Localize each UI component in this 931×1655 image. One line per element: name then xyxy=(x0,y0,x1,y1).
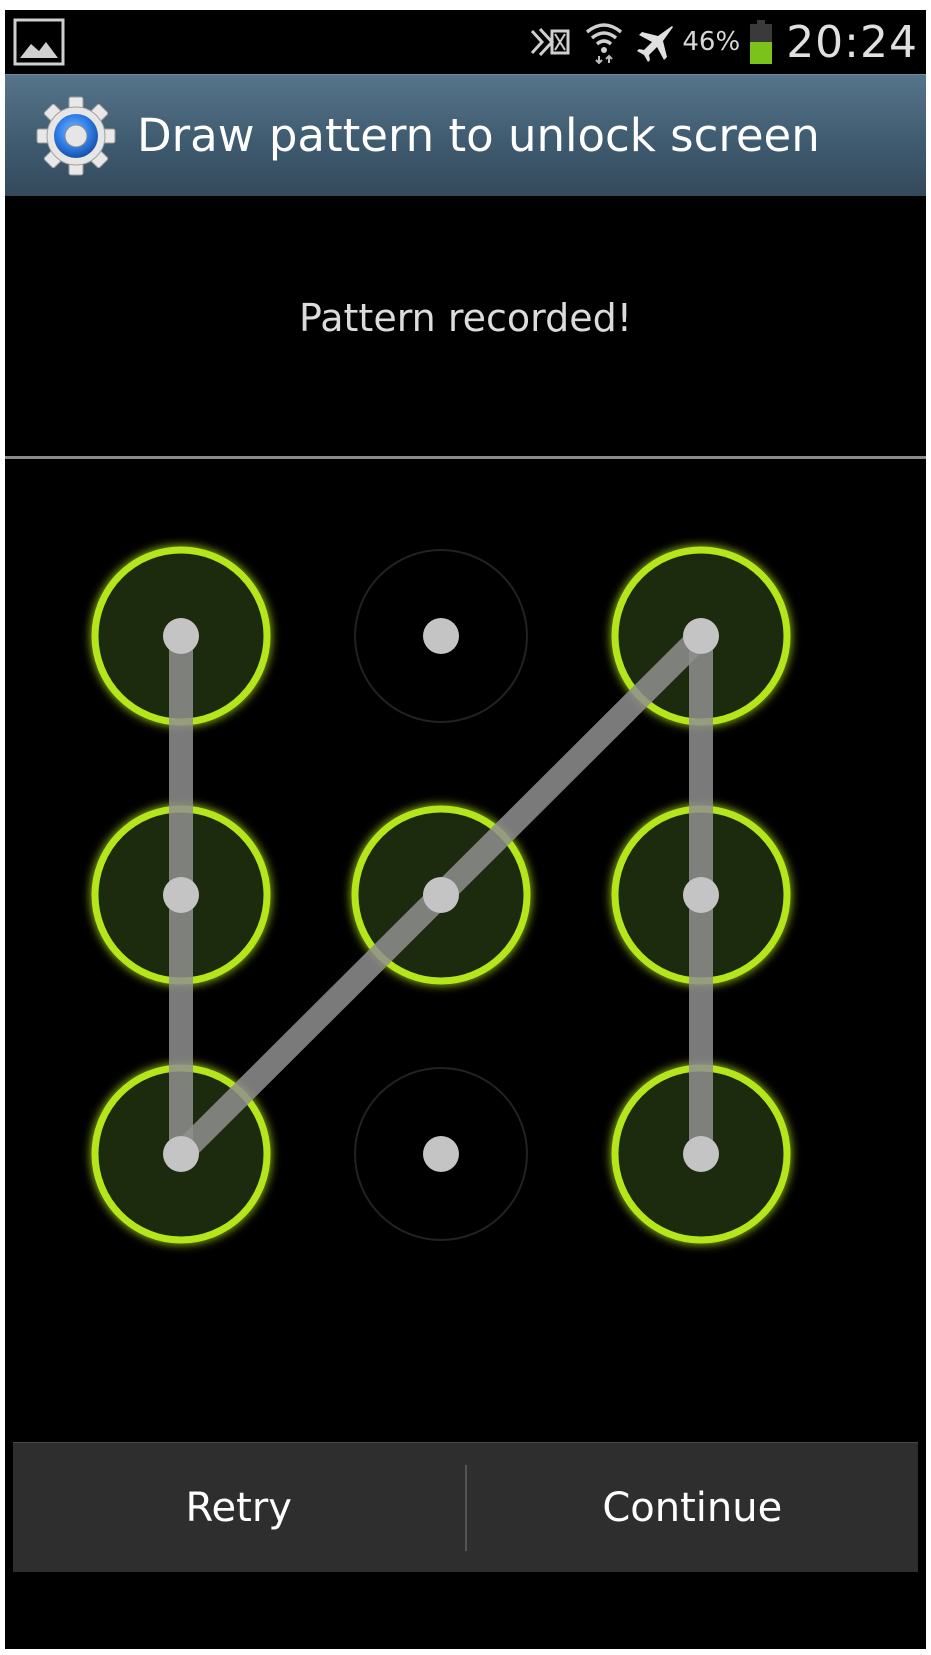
screen-title: Draw pattern to unlock screen xyxy=(137,109,820,162)
airplane-mode-icon xyxy=(637,26,674,62)
action-bar: Draw pattern to unlock screen xyxy=(5,74,926,197)
pattern-dot-6 xyxy=(683,877,719,913)
settings-gear-icon xyxy=(36,96,116,176)
battery-icon xyxy=(750,20,773,64)
gallery-icon xyxy=(13,18,65,66)
status-bar: 46% 20:24 xyxy=(5,10,926,74)
continue-button[interactable]: Continue xyxy=(467,1443,919,1573)
retry-button[interactable]: Retry xyxy=(13,1443,465,1573)
pattern-dot-3 xyxy=(683,618,719,654)
pattern-grid[interactable] xyxy=(5,459,926,1439)
status-clock: 20:24 xyxy=(786,16,918,68)
nfc-icon xyxy=(531,27,570,57)
button-bar: Retry Continue xyxy=(13,1442,918,1573)
pattern-dot-2 xyxy=(423,618,459,654)
pattern-dot-5 xyxy=(423,877,459,913)
pattern-dot-9 xyxy=(683,1136,719,1172)
header-area: Pattern recorded! xyxy=(5,196,926,458)
pattern-dot-4 xyxy=(163,877,199,913)
bottom-strip xyxy=(5,1572,926,1649)
phone-screen: 46% 20:24 Draw pattern to unlock screen … xyxy=(5,10,926,1649)
pattern-dot-8 xyxy=(423,1136,459,1172)
wifi-icon xyxy=(586,23,623,64)
status-message: Pattern recorded! xyxy=(299,296,632,340)
battery-percentage: 46% xyxy=(682,27,741,57)
pattern-dot-7 xyxy=(163,1136,199,1172)
pattern-dot-1 xyxy=(163,618,199,654)
